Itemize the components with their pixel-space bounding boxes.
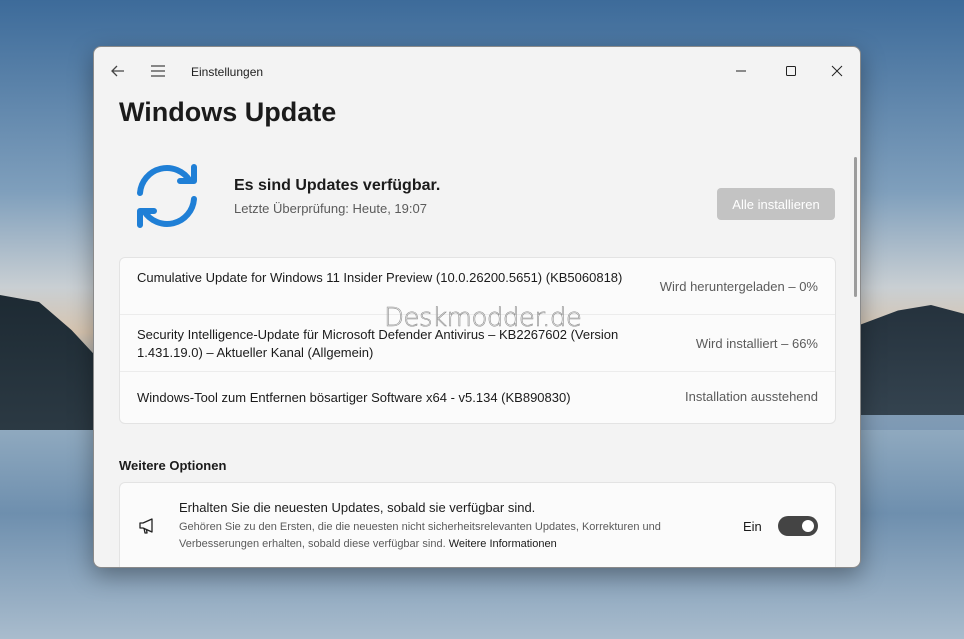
option-title: Erhalten Sie die neuesten Updates, sobal… <box>179 500 536 515</box>
page-title: Windows Update <box>119 97 337 127</box>
megaphone-icon <box>137 515 159 537</box>
more-info-link[interactable]: Weitere Informationen <box>449 538 557 550</box>
update-status: Installation ausstehend <box>685 389 818 404</box>
toggle-knob <box>802 520 814 532</box>
install-all-button[interactable]: Alle installieren <box>717 188 835 220</box>
back-arrow-icon[interactable] <box>108 61 128 81</box>
update-row: Cumulative Update for Windows 11 Insider… <box>120 258 835 315</box>
update-name: Cumulative Update for Windows 11 Insider… <box>137 270 623 285</box>
sync-icon <box>128 157 206 235</box>
scrollbar[interactable] <box>854 157 857 297</box>
close-button[interactable] <box>814 55 860 87</box>
update-name: Security Intelligence-Update für Microso… <box>137 327 619 360</box>
option-description-text: Gehören Sie zu den Ersten, die die neues… <box>179 521 661 550</box>
update-status: Wird installiert – 66% <box>695 336 818 351</box>
update-row: Security Intelligence-Update für Microso… <box>120 315 835 372</box>
maximize-button[interactable] <box>768 55 814 87</box>
update-row: Windows-Tool zum Entfernen bösartiger So… <box>120 372 835 422</box>
settings-window: Einstellungen Windows Update Es sind Upd… <box>93 46 861 568</box>
hamburger-icon[interactable] <box>148 61 168 81</box>
title-bar: Einstellungen <box>94 47 860 95</box>
more-options-heading: Weitere Optionen <box>119 458 227 473</box>
update-status: Wird heruntergeladen – 0% <box>659 279 818 294</box>
option-description: Gehören Sie zu den Ersten, die die neues… <box>179 519 739 553</box>
update-name: Windows-Tool zum Entfernen bösartiger So… <box>137 390 571 405</box>
early-updates-option: Erhalten Sie die neuesten Updates, sobal… <box>119 482 836 567</box>
early-updates-toggle[interactable] <box>778 516 818 536</box>
minimize-button[interactable] <box>718 55 764 87</box>
updates-list: Cumulative Update for Windows 11 Insider… <box>119 257 836 424</box>
last-check-text: Letzte Überprüfung: Heute, 19:07 <box>234 201 427 216</box>
status-headline: Es sind Updates verfügbar. <box>234 177 441 194</box>
wallpaper-hill-right <box>854 305 964 415</box>
toggle-state-label: Ein <box>743 519 762 534</box>
app-title: Einstellungen <box>191 65 264 79</box>
